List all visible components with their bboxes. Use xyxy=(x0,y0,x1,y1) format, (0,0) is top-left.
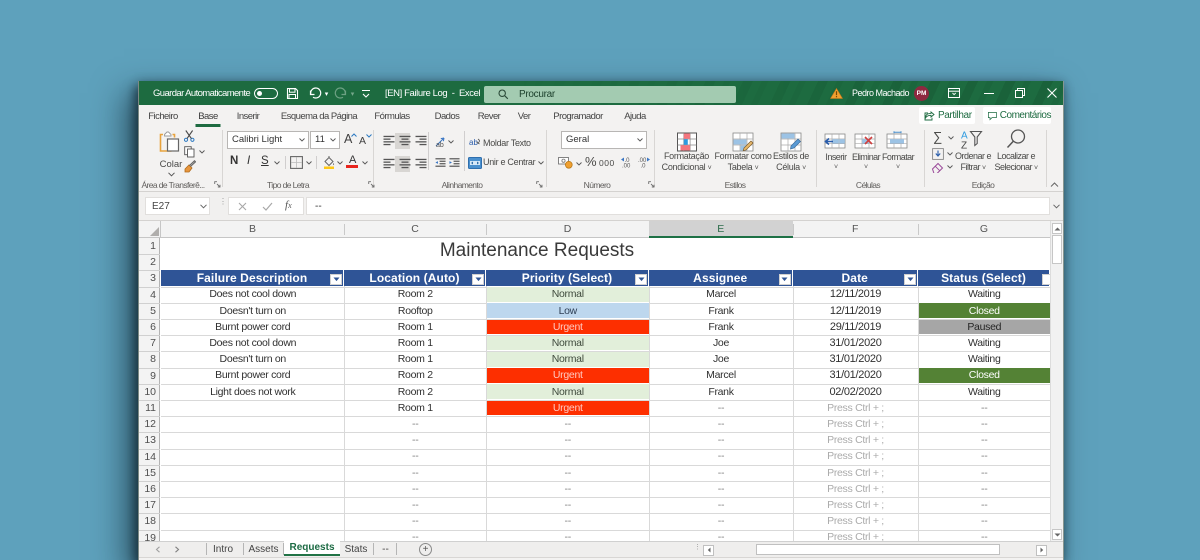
svg-text:Z: Z xyxy=(961,141,967,150)
svg-text:.0: .0 xyxy=(641,164,647,169)
svg-text:.00: .00 xyxy=(622,164,631,169)
svg-text:ab: ab xyxy=(436,142,444,148)
